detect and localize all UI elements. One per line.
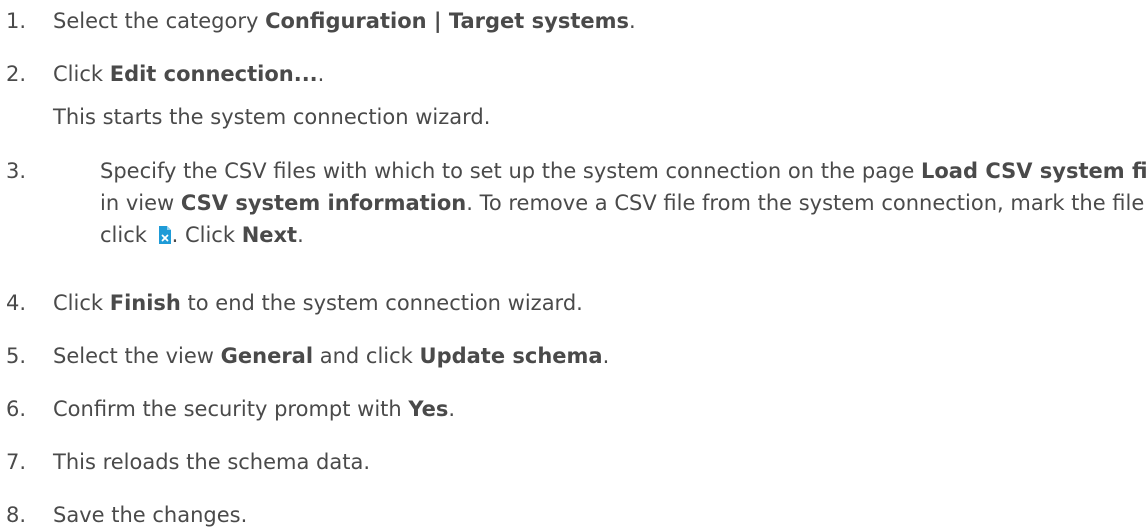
- step-text-plain: Select the view: [53, 344, 221, 368]
- step-text: Select the view General and click Update…: [53, 340, 609, 372]
- step-text: Click Finish to end the system connectio…: [53, 287, 583, 319]
- view-name: CSV system information: [180, 191, 467, 215]
- step-text-plain: and click: [313, 344, 420, 368]
- step-text: Specify the CSV files with which to set …: [100, 155, 1148, 251]
- step-text: Save the changes.: [53, 503, 248, 527]
- button-name: Yes: [408, 397, 449, 421]
- step-text-plain: . Click: [171, 223, 242, 247]
- command-name: Edit connection...: [109, 62, 318, 86]
- step-number: 2.: [6, 62, 27, 86]
- button-name: Next: [241, 223, 298, 247]
- step-text-plain: .: [602, 344, 610, 368]
- page-name: Load CSV system file: [921, 159, 1148, 183]
- menu-path: Configuration | Target systems: [265, 9, 629, 33]
- step-text-plain: .: [297, 223, 304, 247]
- step-text-plain: Click: [53, 291, 110, 315]
- step-text-plain: to end the system connection wizard.: [180, 291, 583, 315]
- step-text-plain: .: [317, 62, 325, 86]
- step-text-plain: Specify the CSV files with which to set …: [100, 159, 921, 183]
- step-text: This reloads the schema data.: [53, 450, 371, 474]
- step-text: Select the category Configuration | Targ…: [53, 5, 636, 37]
- step-text: Confirm the security prompt with Yes.: [53, 393, 455, 425]
- step-text-plain: Confirm the security prompt with: [53, 397, 409, 421]
- view-name: General: [220, 344, 314, 368]
- step-text-plain: .: [628, 9, 636, 33]
- procedure-steps: 1. Select the category Configuration | T…: [0, 0, 1148, 527]
- step-number: 4.: [6, 291, 27, 315]
- step-number: 7.: [6, 450, 27, 474]
- command-name: Update schema: [419, 344, 603, 368]
- step-3: 3. Specify the CSV files with which to s…: [6, 155, 1148, 251]
- delete-file-icon: [158, 222, 172, 244]
- step-number: 5.: [6, 344, 27, 368]
- step-number: 3.: [6, 159, 27, 183]
- button-name: Finish: [109, 291, 181, 315]
- step-text-plain: Select the category: [53, 9, 266, 33]
- step-number: 1.: [6, 9, 27, 33]
- step-number: 8.: [6, 503, 27, 527]
- step-text-plain: .: [448, 397, 456, 421]
- step-number: 6.: [6, 397, 27, 421]
- step-text: Click Edit connection....: [53, 58, 324, 90]
- step-text-plain: Click: [53, 62, 110, 86]
- step-2-note: This starts the system connection wizard…: [53, 105, 491, 129]
